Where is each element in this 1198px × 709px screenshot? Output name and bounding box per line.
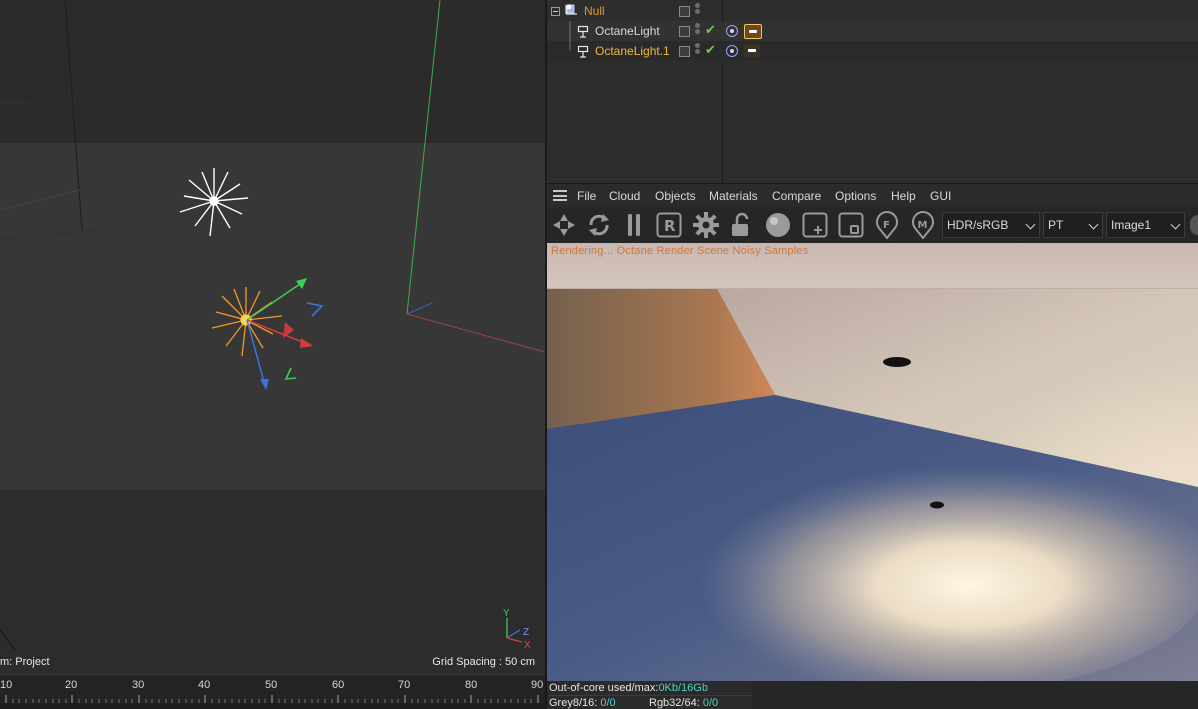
out-of-core-row: Out-of-core used/max:0Kb/16Gb xyxy=(549,682,752,696)
tree-line-icon xyxy=(569,21,589,41)
svg-text:F: F xyxy=(883,220,890,231)
timeline-tick: 50 xyxy=(265,679,278,691)
focus-region-icon[interactable] xyxy=(837,211,865,239)
hamburger-menu-icon[interactable] xyxy=(553,190,567,201)
enabled-check-icon[interactable]: ✔ xyxy=(705,22,716,38)
svg-text:M: M xyxy=(918,220,928,231)
menu-cloud[interactable]: Cloud xyxy=(609,189,640,203)
octane-render-view[interactable]: Rendering... Octane Render Scene Noisy S… xyxy=(547,243,1198,681)
render-region-icon[interactable]: R xyxy=(655,211,683,239)
object-row-octanelight[interactable]: OctaneLight ✔ xyxy=(547,21,1198,41)
menu-compare[interactable]: Compare xyxy=(772,189,821,203)
grey-value: 0/0 xyxy=(600,697,616,709)
grid-spacing-label: Grid Spacing : 50 cm xyxy=(432,656,535,668)
tree-line-icon xyxy=(569,41,589,58)
menu-materials[interactable]: Materials xyxy=(709,189,758,203)
octane-toolbar: R F M HDR/sRGB PT Image1 xyxy=(547,207,1198,243)
axis-x-label: X xyxy=(524,640,531,651)
send-scene-icon[interactable] xyxy=(550,211,578,239)
octane-status-panel: Out-of-core used/max:0Kb/16Gb Grey8/16: … xyxy=(547,681,752,709)
timeline-tick: 60 xyxy=(332,679,345,691)
timeline-ruler[interactable]: 10 20 30 40 50 60 70 80 90 xyxy=(0,674,545,709)
out-of-core-label: Out-of-core used/max: xyxy=(549,682,659,694)
menu-options[interactable]: Options xyxy=(835,189,876,203)
visibility-dots-icon[interactable] xyxy=(695,43,701,59)
add-region-icon[interactable] xyxy=(801,211,829,239)
chevron-down-icon xyxy=(1088,219,1099,230)
chevron-down-icon xyxy=(1025,219,1036,230)
grey-row: Grey8/16: 0/0 xyxy=(549,697,616,709)
octane-light-tag-icon[interactable] xyxy=(744,24,762,39)
menu-objects[interactable]: Objects xyxy=(655,189,696,203)
color-space-select[interactable]: HDR/sRGB xyxy=(942,212,1040,238)
unlock-icon[interactable] xyxy=(728,211,756,239)
timeline-tick: 30 xyxy=(132,679,145,691)
out-of-core-value: 0Kb/16Gb xyxy=(658,682,708,694)
rgb-label: Rgb32/64: xyxy=(649,697,700,709)
object-name-octanelight[interactable]: OctaneLight xyxy=(595,24,660,38)
kernel-select[interactable]: PT xyxy=(1043,212,1103,238)
object-name-null[interactable]: Null xyxy=(584,4,605,18)
editor-visibility-icon[interactable] xyxy=(679,6,690,17)
axis-z-label: Z xyxy=(523,627,529,638)
restart-render-icon[interactable] xyxy=(585,211,613,239)
rgb-row: Rgb32/64: 0/0 xyxy=(649,697,718,709)
target-tag-icon[interactable] xyxy=(726,45,738,57)
f-pin-icon[interactable]: F xyxy=(873,211,901,239)
projection-label: m: Project xyxy=(0,656,50,668)
material-ball-icon[interactable] xyxy=(764,211,792,239)
timeline-ticks xyxy=(5,695,539,703)
render-status-text: Rendering... Octane Render Scene Noisy S… xyxy=(551,245,809,257)
color-space-value: HDR/sRGB xyxy=(947,218,1009,232)
grey-label: Grey8/16: xyxy=(549,697,598,709)
timeline-tick: 90 xyxy=(531,679,544,691)
m-pin-icon[interactable]: M xyxy=(909,211,937,239)
editor-visibility-icon[interactable] xyxy=(679,26,690,37)
timeline-track[interactable] xyxy=(0,703,545,709)
viewport-scene[interactable]: Y Z X xyxy=(0,0,545,674)
settings-gear-icon[interactable] xyxy=(692,211,720,239)
timeline-tick: 40 xyxy=(198,679,211,691)
timeline-tick: 80 xyxy=(465,679,478,691)
object-manager[interactable]: Null OctaneLight ✔ OctaneLight.1 ✔ xyxy=(547,0,1198,183)
object-row-null[interactable]: Null xyxy=(547,1,1198,21)
rgb-value: 0/0 xyxy=(702,697,719,709)
render-image xyxy=(547,243,1198,681)
object-name-octanelight-1[interactable]: OctaneLight.1 xyxy=(595,44,670,58)
editor-visibility-icon[interactable] xyxy=(679,46,690,57)
timeline-tick: 10 xyxy=(0,679,13,691)
target-tag-icon[interactable] xyxy=(726,25,738,37)
expand-collapse-icon[interactable] xyxy=(547,1,587,21)
visibility-dots-icon[interactable] xyxy=(695,23,701,39)
3d-viewport[interactable]: Y Z X m: Project Grid Spacing : 50 cm 10… xyxy=(0,0,545,709)
enabled-check-icon[interactable]: ✔ xyxy=(705,42,716,58)
output-select[interactable]: Image1 xyxy=(1106,212,1185,238)
timeline-tick: 70 xyxy=(398,679,411,691)
pause-icon[interactable] xyxy=(620,211,648,239)
timeline-tick: 20 xyxy=(65,679,78,691)
kernel-value: PT xyxy=(1048,218,1064,232)
visibility-dots-icon[interactable] xyxy=(695,3,701,19)
octane-menubar: File Cloud Objects Materials Compare Opt… xyxy=(547,183,1198,208)
menu-file[interactable]: File xyxy=(577,189,596,203)
toolbar-overflow-toggle[interactable] xyxy=(1190,215,1198,235)
svg-text:R: R xyxy=(664,217,676,235)
axis-y-label: Y xyxy=(503,608,510,619)
output-value: Image1 xyxy=(1111,218,1152,232)
menu-gui[interactable]: GUI xyxy=(930,189,951,203)
menu-help[interactable]: Help xyxy=(891,189,916,203)
octane-light-tag-icon[interactable] xyxy=(744,44,760,57)
object-row-octanelight-1[interactable]: OctaneLight.1 ✔ xyxy=(547,41,1198,61)
chevron-down-icon xyxy=(1170,219,1181,230)
